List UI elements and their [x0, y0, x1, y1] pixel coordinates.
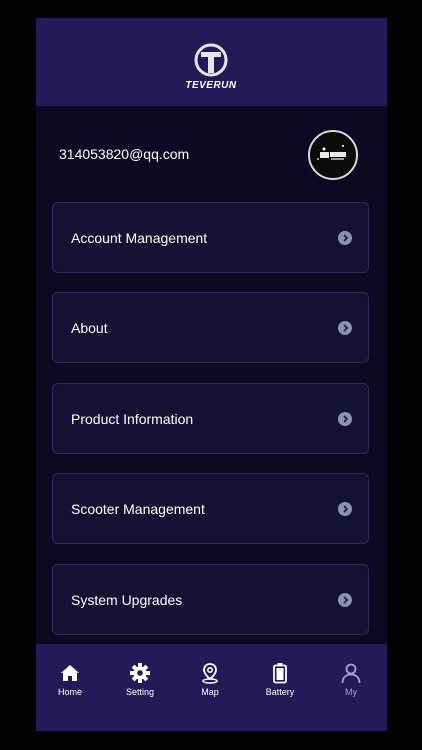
avatar-image-icon — [317, 145, 346, 160]
tab-bar: Home Setting Map Battery My — [36, 644, 387, 731]
menu-item-label: Scooter Management — [71, 501, 205, 517]
tab-my[interactable]: My — [321, 662, 381, 702]
tab-setting[interactable]: Setting — [110, 662, 170, 702]
app-screen: TEVERUN 314053820@qq.com Account Managem… — [36, 18, 387, 731]
chevron-right-icon — [338, 502, 352, 516]
home-icon — [61, 665, 79, 681]
menu-item-system-upgrades[interactable]: System Upgrades — [52, 564, 369, 635]
tab-label: Battery — [265, 687, 295, 697]
menu-item-about[interactable]: About — [52, 292, 369, 363]
gear-icon — [130, 663, 150, 683]
tab-battery[interactable]: Battery — [250, 662, 310, 702]
menu-item-label: About — [71, 320, 108, 336]
menu-item-label: System Upgrades — [71, 592, 183, 608]
battery-icon — [273, 663, 287, 684]
menu-item-scooter-management[interactable]: Scooter Management — [52, 473, 369, 544]
teverun-logo: TEVERUN — [180, 42, 242, 92]
tab-label: Home — [57, 687, 82, 697]
avatar[interactable] — [308, 130, 358, 180]
tab-label: Setting — [125, 687, 155, 697]
chevron-right-icon — [338, 412, 352, 426]
logo-emblem-icon — [194, 43, 228, 77]
tab-home[interactable]: Home — [40, 662, 100, 702]
chevron-right-icon — [338, 321, 352, 335]
tab-label: Map — [201, 687, 219, 697]
menu-item-label: Account Management — [71, 230, 208, 246]
user-email: 314053820@qq.com — [59, 146, 190, 162]
chevron-right-icon — [338, 231, 352, 245]
logo-text: TEVERUN — [185, 80, 237, 91]
map-pin-icon — [202, 663, 218, 684]
menu-item-label: Product Information — [71, 411, 194, 427]
menu-item-product-information[interactable]: Product Information — [52, 383, 369, 454]
tab-map[interactable]: Map — [180, 662, 240, 702]
tab-label: My — [345, 687, 357, 697]
header-bar: TEVERUN — [36, 18, 387, 106]
person-icon — [341, 663, 361, 684]
chevron-right-icon — [338, 593, 352, 607]
profile-section: 314053820@qq.com — [36, 106, 387, 206]
menu-item-account-management[interactable]: Account Management — [52, 202, 369, 273]
